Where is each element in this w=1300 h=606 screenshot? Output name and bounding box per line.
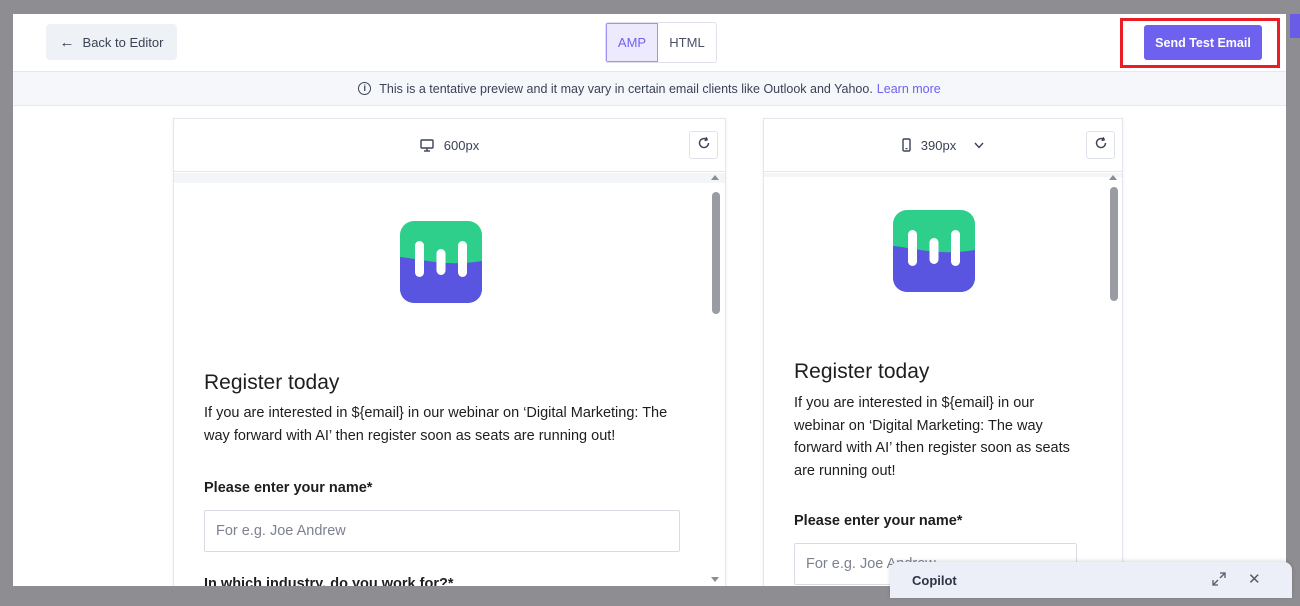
scroll-up-icon[interactable] <box>711 175 719 180</box>
scroll-down-icon[interactable] <box>711 577 719 582</box>
chevron-down-icon[interactable] <box>974 142 984 149</box>
scroll-thumb[interactable] <box>1110 187 1118 301</box>
refresh-icon <box>1094 136 1108 155</box>
brand-logo-icon <box>400 221 482 303</box>
phone-icon <box>902 138 911 152</box>
expand-icon[interactable] <box>1212 572 1226 589</box>
desktop-scrollbar[interactable] <box>709 173 723 586</box>
name-field-label: Please enter your name* <box>794 513 963 529</box>
send-test-email-button[interactable]: Send Test Email <box>1144 25 1262 60</box>
back-to-editor-label: Back to Editor <box>82 34 164 50</box>
monitor-icon <box>420 138 434 152</box>
mobile-scrollbar[interactable] <box>1107 173 1121 586</box>
scroll-thumb[interactable] <box>712 192 720 314</box>
desktop-refresh-button[interactable] <box>689 131 718 159</box>
preview-notice: i This is a tentative preview and it may… <box>13 72 1286 106</box>
back-to-editor-button[interactable]: ← Back to Editor <box>46 24 177 60</box>
industry-field-label: In which industry, do you work for?* <box>204 576 454 586</box>
brand-logo-icon <box>893 210 975 292</box>
backdrop-accent <box>1290 14 1300 38</box>
email-heading: Register today <box>794 360 930 383</box>
tab-amp[interactable]: AMP <box>606 23 658 62</box>
desktop-preview-panel: 600px Register today If you are interest… <box>173 118 726 586</box>
desktop-email-viewport: Register today If you are interested in … <box>174 173 725 586</box>
learn-more-link[interactable]: Learn more <box>877 82 941 96</box>
copilot-bar[interactable]: Copilot ✕ <box>890 562 1292 598</box>
info-icon: i <box>358 82 372 95</box>
email-heading: Register today <box>204 371 340 394</box>
name-input[interactable]: For e.g. Joe Andrew <box>204 510 680 552</box>
mobile-width-label: 390px <box>920 137 957 153</box>
copilot-title: Copilot <box>912 572 957 588</box>
refresh-icon <box>697 136 711 155</box>
preview-header: ← Back to Editor AMP HTML Send Test Emai… <box>13 14 1286 72</box>
notice-text: This is a tentative preview and it may v… <box>379 81 873 96</box>
mobile-preview-panel: 390px Register today If you are interest… <box>763 118 1123 586</box>
desktop-width-label: 600px <box>443 137 480 153</box>
preview-modal: ← Back to Editor AMP HTML Send Test Emai… <box>13 14 1286 586</box>
viewport-top-shade <box>764 173 1122 177</box>
name-field-label: Please enter your name* <box>204 480 373 496</box>
mobile-refresh-button[interactable] <box>1086 131 1115 159</box>
mobile-email-viewport: Register today If you are interested in … <box>764 173 1122 586</box>
arrow-left-icon: ← <box>59 33 75 51</box>
tab-html[interactable]: HTML <box>658 23 716 62</box>
close-icon[interactable]: ✕ <box>1248 570 1261 588</box>
view-mode-toggle: AMP HTML <box>605 22 717 63</box>
email-body-text: If you are interested in ${email} in our… <box>204 405 668 444</box>
mobile-preview-header: 390px <box>764 119 1122 172</box>
desktop-preview-header: 600px <box>174 119 725 172</box>
viewport-top-shade <box>174 173 725 183</box>
scroll-up-icon[interactable] <box>1109 175 1117 180</box>
email-body-text: If you are interested in ${email} in our… <box>794 395 1070 479</box>
